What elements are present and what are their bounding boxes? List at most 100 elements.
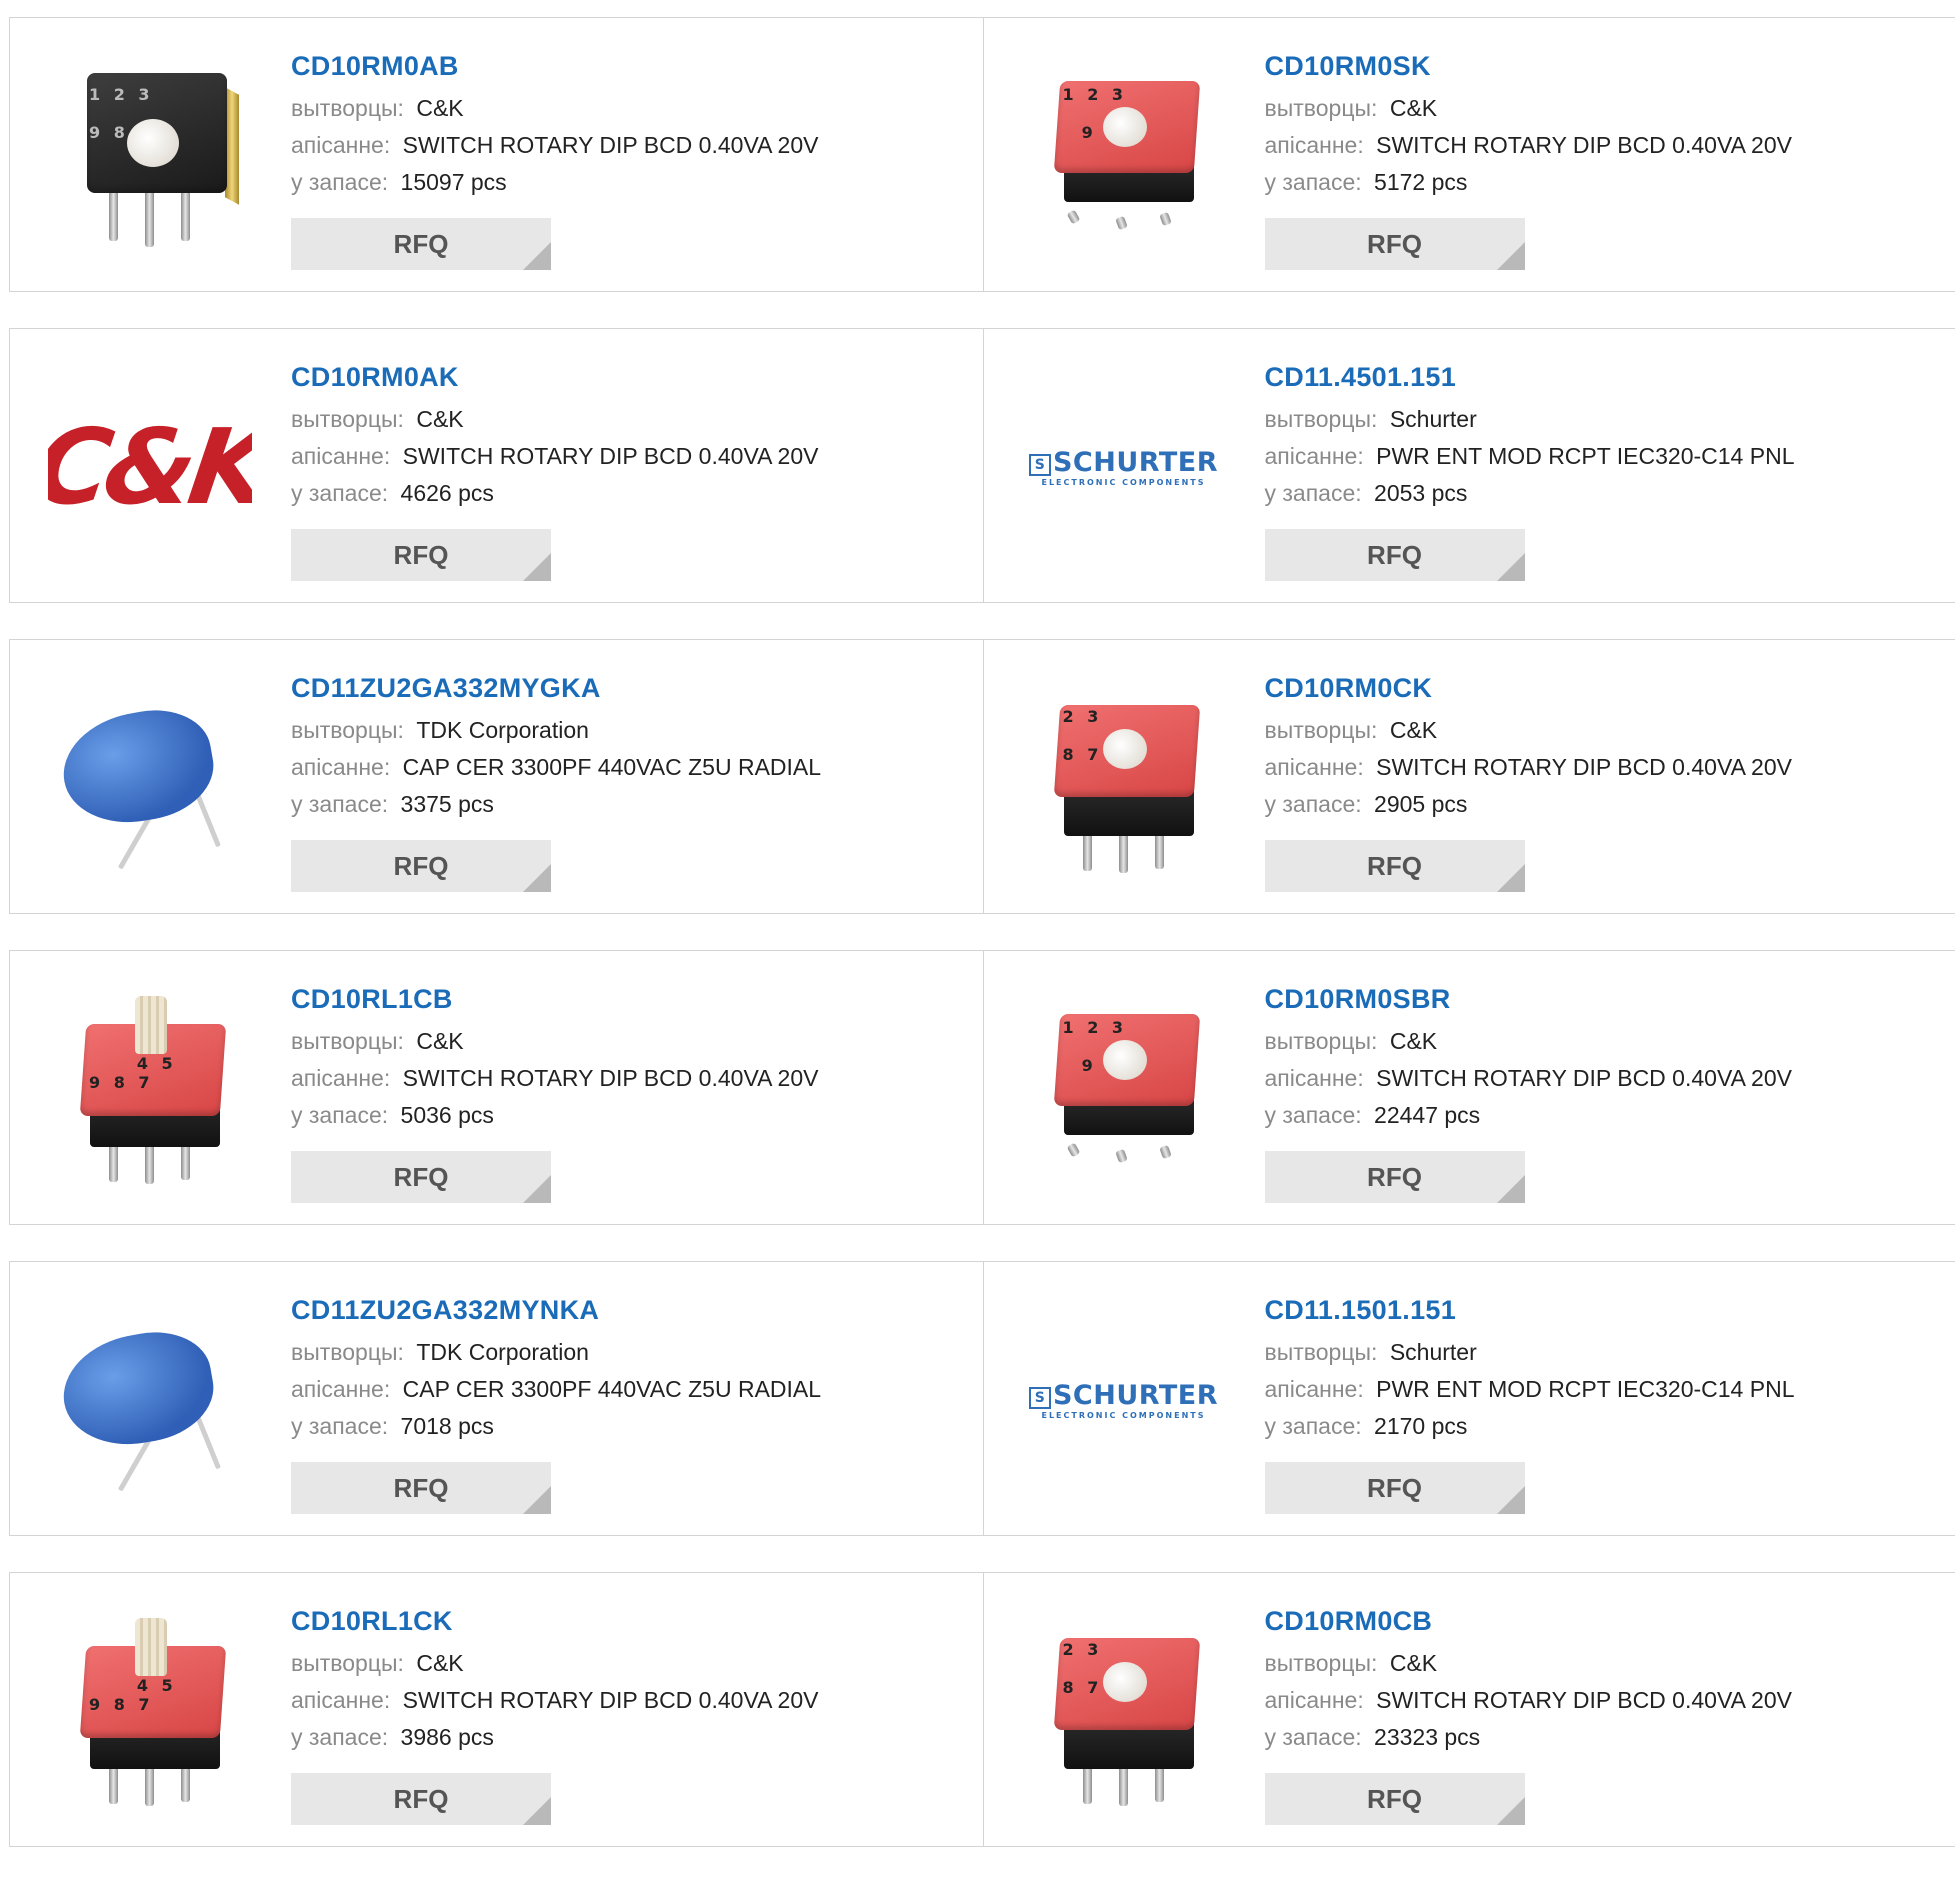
manufacturer-row: вытворцы: C&K [291, 401, 971, 438]
product-thumbnail[interactable]: 4 59 8 7 [48, 987, 252, 1191]
part-number-link[interactable]: CD10RM0AB [291, 48, 971, 84]
stock-value: 3375 pcs [401, 791, 494, 817]
description-label: апісанне: [291, 1687, 390, 1713]
product-info: CD10RM0AK вытворцы: C&K апісанне: SWITCH… [291, 359, 971, 512]
rfq-corner-decoration [1497, 1175, 1525, 1203]
capacitor-image [55, 1305, 245, 1495]
product-card: C&K CD10RM0AK вытворцы: C&K апісанне: SW… [10, 329, 983, 602]
product-card: CD11ZU2GA332MYNKA вытворцы: TDK Corporat… [10, 1262, 983, 1535]
description-value: SWITCH ROTARY DIP BCD 0.40VA 20V [403, 132, 819, 158]
product-thumbnail[interactable] [48, 1298, 252, 1502]
part-number-link[interactable]: CD10RM0SK [1265, 48, 1945, 84]
rfq-button[interactable]: RFQ [1265, 1462, 1525, 1514]
product-thumbnail[interactable]: 1 2 39 8 7 [48, 54, 252, 258]
rfq-label: RFQ [394, 1784, 449, 1814]
part-number-link[interactable]: CD10RM0CK [1265, 670, 1945, 706]
description-row: апісанне: SWITCH ROTARY DIP BCD 0.40VA 2… [1265, 749, 1945, 786]
part-number-link[interactable]: CD11.4501.151 [1265, 359, 1945, 395]
rfq-corner-decoration [1497, 242, 1525, 270]
stock-label: у запасе: [1265, 1413, 1362, 1439]
product-row: CD11ZU2GA332MYNKA вытворцы: TDK Corporat… [9, 1261, 1955, 1536]
description-label: апісанне: [291, 754, 390, 780]
manufacturer-value: Schurter [1390, 406, 1477, 432]
product-info: CD10RM0AB вытворцы: C&K апісанне: SWITCH… [291, 48, 971, 201]
manufacturer-label: вытворцы: [1265, 406, 1378, 432]
description-row: апісанне: SWITCH ROTARY DIP BCD 0.40VA 2… [291, 438, 971, 475]
part-number-link[interactable]: CD10RM0CB [1265, 1603, 1945, 1639]
product-row: 4 59 8 7 CD10RL1CB вытворцы: C&K апісанн… [9, 950, 1955, 1225]
rfq-label: RFQ [394, 229, 449, 259]
product-info: CD10RL1CB вытворцы: C&K апісанне: SWITCH… [291, 981, 971, 1134]
rfq-button[interactable]: RFQ [1265, 1151, 1525, 1203]
product-info: CD11.4501.151 вытворцы: Schurter апісанн… [1265, 359, 1945, 512]
manufacturer-row: вытворцы: C&K [291, 1023, 971, 1060]
part-number-link[interactable]: CD10RL1CB [291, 981, 971, 1017]
manufacturer-label: вытворцы: [1265, 1028, 1378, 1054]
rfq-button[interactable]: RFQ [1265, 1773, 1525, 1825]
description-value: SWITCH ROTARY DIP BCD 0.40VA 20V [1376, 1687, 1792, 1713]
part-number-link[interactable]: CD11ZU2GA332MYGKA [291, 670, 971, 706]
part-number-link[interactable]: CD11ZU2GA332MYNKA [291, 1292, 971, 1328]
part-number-link[interactable]: CD10RM0SBR [1265, 981, 1945, 1017]
product-thumbnail[interactable]: 2 38 7 [1022, 1609, 1226, 1813]
stock-label: у запасе: [291, 791, 388, 817]
rfq-button[interactable]: RFQ [291, 218, 551, 270]
description-row: апісанне: CAP CER 3300PF 440VAC Z5U RADI… [291, 749, 971, 786]
product-thumbnail[interactable]: 2 38 7 [1022, 676, 1226, 880]
stock-label: у запасе: [1265, 169, 1362, 195]
manufacturer-value: C&K [416, 95, 463, 121]
product-info: CD10RM0SBR вытворцы: C&K апісанне: SWITC… [1265, 981, 1945, 1134]
part-number-link[interactable]: CD10RL1CK [291, 1603, 971, 1639]
stock-value: 5172 pcs [1374, 169, 1467, 195]
stock-value: 5036 pcs [401, 1102, 494, 1128]
part-number-link[interactable]: CD10RM0AK [291, 359, 971, 395]
rfq-button[interactable]: RFQ [291, 1773, 551, 1825]
product-info: CD11ZU2GA332MYGKA вытворцы: TDK Corporat… [291, 670, 971, 823]
product-thumbnail[interactable]: 1 2 3 9 5 [1022, 54, 1226, 258]
rfq-label: RFQ [1367, 1162, 1422, 1192]
rfq-button[interactable]: RFQ [291, 529, 551, 581]
product-thumbnail[interactable]: 1 2 3 9 5 [1022, 987, 1226, 1191]
rfq-button[interactable]: RFQ [291, 840, 551, 892]
product-info: CD10RM0CK вытворцы: C&K апісанне: SWITCH… [1265, 670, 1945, 823]
manufacturer-value: C&K [1390, 95, 1437, 121]
product-card: 1 2 3 9 5 CD10RM0SBR вытворцы: C&K апіса… [983, 951, 1955, 1224]
product-row: C&K CD10RM0AK вытворцы: C&K апісанне: SW… [9, 328, 1955, 603]
part-number-link[interactable]: CD11.1501.151 [1265, 1292, 1945, 1328]
rfq-button[interactable]: RFQ [291, 1151, 551, 1203]
rfq-button[interactable]: RFQ [1265, 218, 1525, 270]
description-value: CAP CER 3300PF 440VAC Z5U RADIAL [403, 754, 821, 780]
stock-value: 7018 pcs [401, 1413, 494, 1439]
rfq-button[interactable]: RFQ [1265, 529, 1525, 581]
manufacturer-label: вытворцы: [1265, 95, 1378, 121]
rotary-switch-image: 2 38 7 [1039, 1616, 1209, 1806]
product-thumbnail[interactable]: SSCHURTER ELECTRONIC COMPONENTS [1022, 1298, 1226, 1502]
manufacturer-row: вытворцы: C&K [291, 1645, 971, 1682]
stock-label: у запасе: [291, 1724, 388, 1750]
manufacturer-row: вытворцы: TDK Corporation [291, 712, 971, 749]
product-thumbnail[interactable]: C&K [48, 365, 252, 569]
description-value: SWITCH ROTARY DIP BCD 0.40VA 20V [1376, 132, 1792, 158]
product-card: 4 59 8 7 CD10RL1CK вытворцы: C&K апісанн… [10, 1573, 983, 1846]
product-info: CD10RL1CK вытворцы: C&K апісанне: SWITCH… [291, 1603, 971, 1756]
rfq-button[interactable]: RFQ [1265, 840, 1525, 892]
description-label: апісанне: [1265, 754, 1364, 780]
manufacturer-row: вытворцы: C&K [1265, 90, 1945, 127]
product-card: 1 2 39 8 7 CD10RM0AB вытворцы: C&K апіса… [10, 18, 983, 291]
product-thumbnail[interactable]: SSCHURTER ELECTRONIC COMPONENTS [1022, 365, 1226, 569]
stock-value: 15097 pcs [401, 169, 507, 195]
product-card: 1 2 3 9 5 CD10RM0SK вытворцы: C&K апісан… [983, 18, 1955, 291]
product-info: CD10RM0SK вытворцы: C&K апісанне: SWITCH… [1265, 48, 1945, 201]
stock-label: у запасе: [291, 1102, 388, 1128]
rfq-label: RFQ [1367, 1473, 1422, 1503]
manufacturer-value: C&K [1390, 1028, 1437, 1054]
product-thumbnail[interactable] [48, 676, 252, 880]
product-info: CD11ZU2GA332MYNKA вытворцы: TDK Corporat… [291, 1292, 971, 1445]
stock-value: 2905 pcs [1374, 791, 1467, 817]
manufacturer-value: TDK Corporation [416, 717, 589, 743]
product-card: 2 38 7 CD10RM0CB вытворцы: C&K апісанне:… [983, 1573, 1955, 1846]
stock-value: 2170 pcs [1374, 1413, 1467, 1439]
manufacturer-value: TDK Corporation [416, 1339, 589, 1365]
rfq-button[interactable]: RFQ [291, 1462, 551, 1514]
product-thumbnail[interactable]: 4 59 8 7 [48, 1609, 252, 1813]
